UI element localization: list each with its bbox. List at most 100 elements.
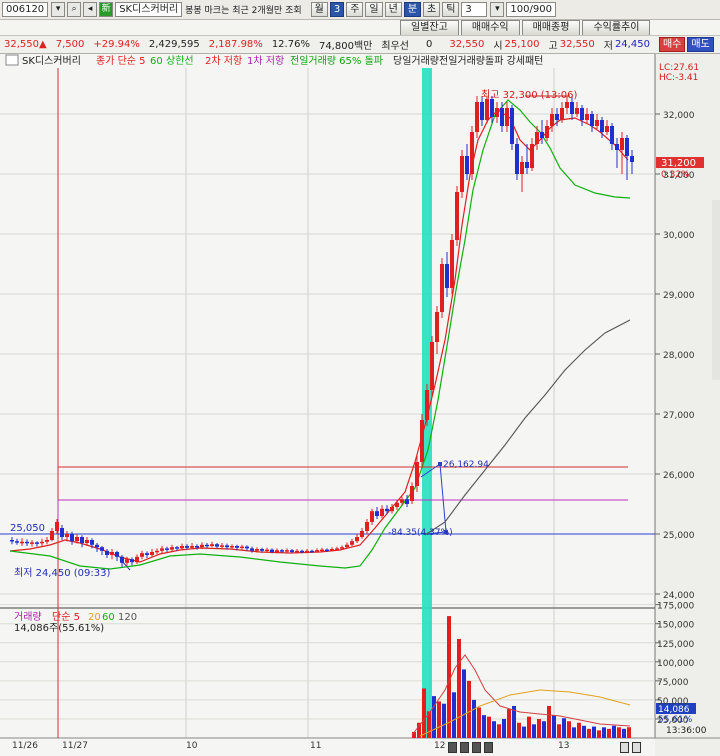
volume-bar xyxy=(527,716,531,738)
period-tab-minute[interactable]: 분 xyxy=(403,2,422,17)
candle-body xyxy=(570,102,574,114)
candle-body xyxy=(340,547,344,549)
current-pct-label: 0.32% xyxy=(661,170,690,180)
period-tab-3[interactable]: 3 xyxy=(329,2,345,17)
candle-body xyxy=(260,549,264,551)
price-tick-label: 25,000 xyxy=(663,531,695,541)
candle-body xyxy=(450,240,454,288)
candle-body xyxy=(150,552,154,555)
candle-body xyxy=(460,156,464,192)
candle-body xyxy=(360,531,364,537)
candle-body xyxy=(310,550,314,553)
volume-bar xyxy=(532,724,536,738)
tab-trade-summary[interactable]: 매매종평 xyxy=(521,20,581,35)
volume-bar xyxy=(507,709,511,738)
price-tick-label: 28,000 xyxy=(663,351,695,361)
candle-body xyxy=(20,541,24,544)
candle-body xyxy=(295,550,299,553)
volume-bar xyxy=(522,726,526,738)
candle-body xyxy=(120,556,124,563)
candle-body xyxy=(325,549,329,552)
scroll-next-icon[interactable] xyxy=(484,742,493,753)
price-tick-label: 29,000 xyxy=(663,291,695,301)
tab-trade-profit[interactable]: 매매수익 xyxy=(460,20,520,35)
last-value: 32,550 xyxy=(449,39,485,50)
zoom-out-icon[interactable] xyxy=(632,742,641,753)
search-icon[interactable]: ⌕ xyxy=(67,2,82,17)
candle-body xyxy=(220,545,224,547)
period-tab-month[interactable]: 월 xyxy=(310,2,328,17)
low-value: 24,450 xyxy=(614,39,650,50)
open-value: 25,100 xyxy=(504,39,540,50)
candle-body xyxy=(395,502,399,507)
candle-body xyxy=(345,544,349,548)
legend-name: SK디스커버리 xyxy=(22,55,81,67)
candle-body xyxy=(560,108,564,120)
notice-text: 봉봉 마크는 최근 2개월만 조회 xyxy=(185,6,302,16)
x-tick-label: 11 xyxy=(310,741,321,751)
scroll-prev-icon[interactable] xyxy=(460,742,469,753)
candle-body xyxy=(185,546,189,548)
turnover-value: 12.76% xyxy=(271,39,310,50)
interval-select[interactable]: 3 xyxy=(461,2,488,17)
candle-body xyxy=(30,542,34,544)
interval-dropdown-icon[interactable]: ▾ xyxy=(490,2,505,17)
volume-bar xyxy=(517,722,521,738)
candle-body xyxy=(530,144,534,168)
scroll-stop-icon[interactable] xyxy=(472,742,481,753)
speaker-icon[interactable]: ◂ xyxy=(83,2,98,17)
candle-body xyxy=(195,546,199,548)
high-annotation: 최고 32,300 (13:06) xyxy=(481,89,577,101)
candle-body xyxy=(525,162,529,168)
open-label: 시 xyxy=(493,41,503,52)
stock-code-input[interactable]: 006120 xyxy=(2,2,49,17)
candle-body xyxy=(600,120,604,132)
sell-button[interactable]: 매도 xyxy=(687,37,714,52)
pref-label: 최우선 xyxy=(381,41,409,52)
candle-body xyxy=(135,556,139,563)
candle-body xyxy=(145,553,149,555)
candle-body xyxy=(180,546,184,549)
candle-body xyxy=(550,114,554,126)
scroll-first-icon[interactable] xyxy=(448,742,457,753)
x-tick-label: 11/27 xyxy=(62,741,88,751)
amount-value: 74,800백만 xyxy=(318,41,373,52)
volume-bar xyxy=(477,707,481,738)
candle-body xyxy=(160,548,164,551)
candle-body xyxy=(315,550,319,552)
volume-bar xyxy=(502,718,506,738)
tab-return-trend[interactable]: 수익률추이 xyxy=(582,20,651,35)
volume-tick-label: 125,000 xyxy=(657,640,694,650)
high-value: 32,550 xyxy=(559,39,595,50)
count-field[interactable]: 100/900 xyxy=(506,2,556,17)
candle-body xyxy=(300,550,304,553)
candle-body xyxy=(605,126,609,132)
candle-body xyxy=(280,550,284,552)
volume-bar xyxy=(577,722,581,738)
stock-name-field[interactable]: SK디스커버리 xyxy=(115,2,183,17)
candle-body xyxy=(265,549,269,552)
mid-annotation: 26,162.94 xyxy=(443,460,489,470)
dropdown-icon[interactable]: ▾ xyxy=(51,2,66,17)
period-tab-year[interactable]: 년 xyxy=(384,2,402,17)
period-tab-day[interactable]: 일 xyxy=(365,2,383,17)
tab-daily-balance[interactable]: 일별잔고 xyxy=(400,20,459,35)
volume-bar xyxy=(592,726,596,738)
period-tab-tick[interactable]: 틱 xyxy=(442,2,460,17)
zero-value: 0 xyxy=(425,39,433,50)
vol-legend-title: 거래량 xyxy=(14,611,42,623)
period-tab-week[interactable]: 주 xyxy=(346,2,364,17)
candle-body xyxy=(580,108,584,120)
volume-ratio: 2,187.98% xyxy=(208,39,263,50)
price-tick-label: 32,000 xyxy=(663,111,695,121)
candle-body xyxy=(200,544,204,548)
x-tick-label: 11/26 xyxy=(12,741,38,751)
period-tab-second[interactable]: 초 xyxy=(423,2,441,17)
candle-body xyxy=(505,108,509,126)
buy-button[interactable]: 매수 xyxy=(658,37,686,52)
zoom-in-icon[interactable] xyxy=(620,742,629,753)
candle-body xyxy=(250,548,254,551)
volume-bar xyxy=(537,718,541,738)
candle-body xyxy=(495,108,499,117)
price-volume-chart[interactable]: SK디스커버리 종가 단순 5 60 상한선 2차 저항 1차 저항 전일거래량… xyxy=(0,54,720,756)
